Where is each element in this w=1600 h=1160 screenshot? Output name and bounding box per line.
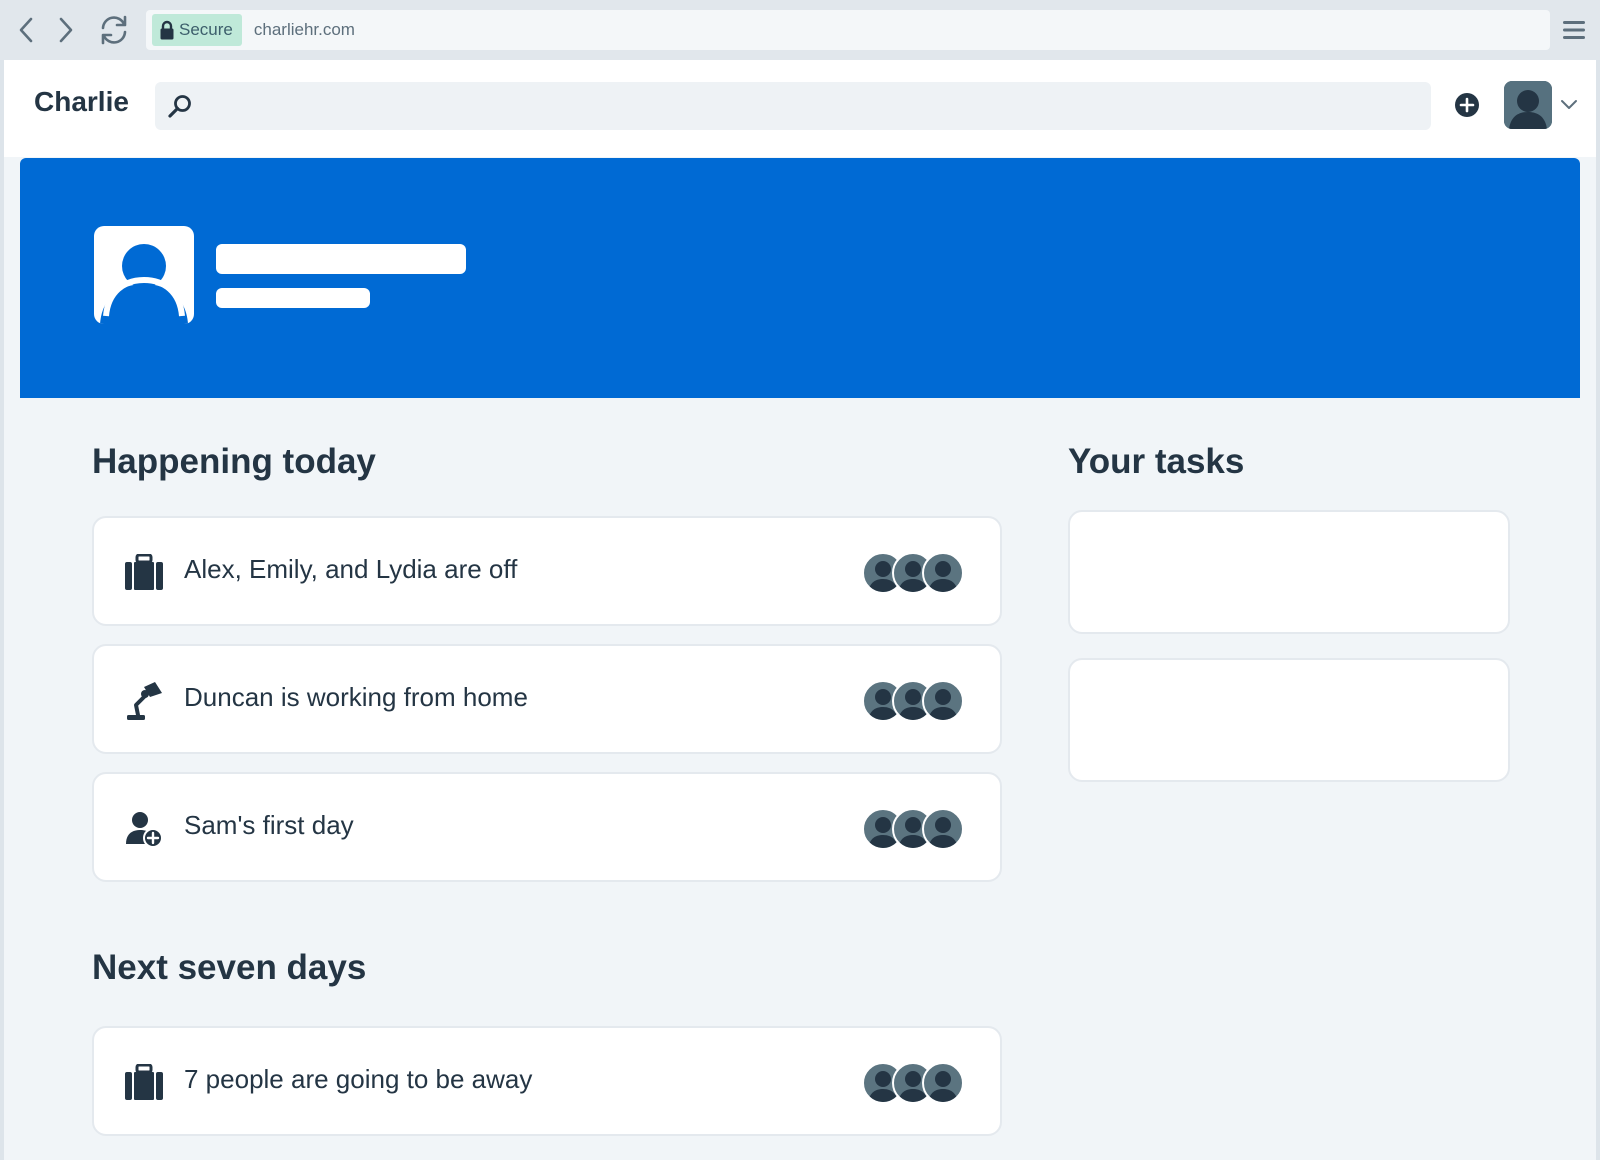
search-bar[interactable] — [155, 82, 1431, 130]
back-button[interactable] — [8, 12, 44, 48]
suitcase-icon — [122, 551, 166, 595]
reload-icon — [101, 15, 127, 45]
forward-button[interactable] — [48, 12, 84, 48]
event-text: Duncan is working from home — [184, 682, 528, 712]
profile-name-placeholder — [216, 244, 466, 274]
happening-today-title: Happening today — [92, 442, 376, 481]
next-seven-days-title: Next seven days — [92, 948, 367, 987]
event-text: Sam's first day — [184, 810, 354, 840]
avatar-stack[interactable] — [862, 808, 964, 850]
event-text: 7 people are going to be away — [184, 1064, 533, 1094]
user-menu[interactable] — [1504, 80, 1582, 130]
event-text: Alex, Emily, and Lydia are off — [184, 554, 518, 584]
avatar — [922, 552, 964, 594]
profile-banner — [20, 158, 1580, 398]
secure-label: Secure — [179, 20, 233, 39]
app-header: Charlie — [4, 60, 1596, 157]
search-input[interactable] — [203, 95, 1403, 117]
list-item[interactable]: Sam's first day — [92, 772, 1002, 882]
avatar — [922, 680, 964, 722]
address-bar[interactable]: Secure charliehr.com — [146, 10, 1550, 50]
avatar-stack[interactable] — [862, 680, 964, 722]
avatar — [922, 808, 964, 850]
url-text: charliehr.com — [253, 20, 355, 39]
browser-toolbar: Secure charliehr.com — [0, 0, 1600, 60]
lock-icon — [160, 20, 174, 40]
avatar-stack[interactable] — [862, 552, 964, 594]
suitcase-icon — [122, 1061, 166, 1105]
search-icon — [168, 95, 191, 118]
secure-badge: Secure — [152, 14, 242, 46]
task-card[interactable] — [1068, 658, 1510, 782]
chevron-down-icon — [1561, 100, 1577, 109]
desk-lamp-icon — [122, 679, 166, 723]
profile-avatar — [94, 226, 194, 324]
chevron-right-icon — [59, 17, 73, 43]
list-item[interactable]: Duncan is working from home — [92, 644, 1002, 754]
list-item[interactable]: 7 people are going to be away — [92, 1026, 1002, 1136]
avatar-stack[interactable] — [862, 1062, 964, 1104]
app-window: Charlie Happening today Alex, Emily, and… — [4, 60, 1596, 1160]
browser-menu-button[interactable] — [1560, 14, 1588, 46]
hamburger-menu-icon — [1563, 21, 1585, 39]
avatar — [1504, 81, 1552, 129]
avatar — [922, 1062, 964, 1104]
plus-circle-icon[interactable] — [1454, 92, 1480, 118]
brand-logo[interactable]: Charlie — [34, 86, 129, 118]
reload-button[interactable] — [96, 12, 132, 48]
chevron-left-icon — [19, 17, 33, 43]
user-plus-icon — [122, 807, 166, 851]
task-card[interactable] — [1068, 510, 1510, 634]
list-item[interactable]: Alex, Emily, and Lydia are off — [92, 516, 1002, 626]
your-tasks-title: Your tasks — [1068, 442, 1245, 481]
profile-role-placeholder — [216, 288, 370, 308]
